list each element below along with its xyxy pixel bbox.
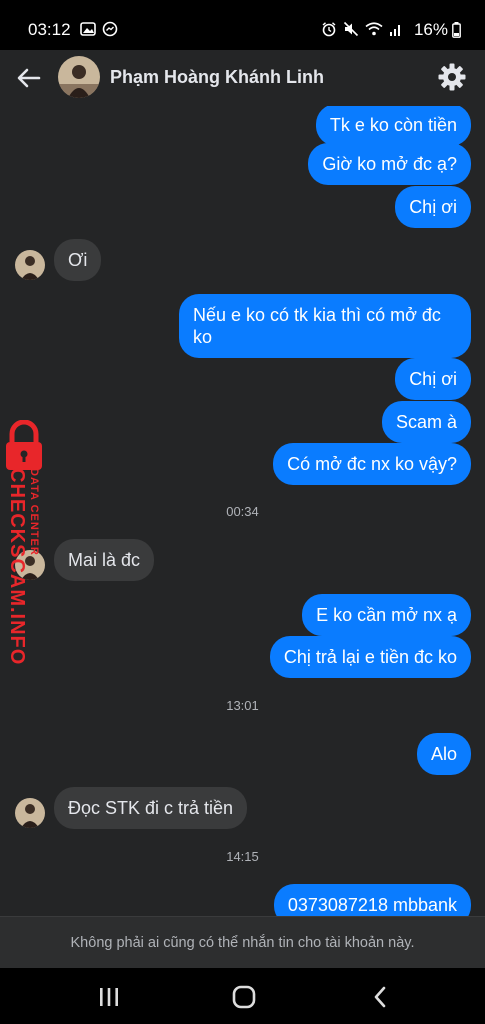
message-text: Có mở đc nx ko vậy? [287,454,457,474]
message-bubble-outgoing[interactable]: Tk e ko còn tiền [315,106,471,146]
recent-apps-icon[interactable] [96,984,122,1010]
message-timestamp: 13:01 [226,698,259,713]
battery-percentage: 16% [413,20,448,39]
status-time: 03:12 [28,20,71,39]
message-bubble-outgoing[interactable]: E ko cần mở nx ạ [302,594,471,636]
wifi-icon [365,22,383,36]
messaging-restricted-footer: Không phải ai cũng có thể nhắn tin cho t… [0,916,485,968]
message-bubble-outgoing[interactable]: Chị ơi [395,186,471,228]
message-bubble-outgoing[interactable]: Chị trả lại e tiền đc ko [269,636,471,678]
message-timestamp: 14:15 [226,849,259,864]
battery-status: 16% [414,20,461,40]
back-arrow-icon[interactable] [14,63,44,93]
message-text: Mai là đc [68,550,141,570]
watermark-line-site: CHECKSCAM.INFO [6,468,28,666]
gallery-notification-icon [80,22,96,36]
message-bubble-outgoing[interactable]: Alo [416,733,471,775]
message-bubble-outgoing[interactable]: Scam à [381,401,471,443]
checkscam-watermark: DATA CENTER CHECKSCAM.INFO [2,419,54,665]
contact-name[interactable]: Phạm Hoàng Khánh Linh [110,67,324,88]
system-navigation-bar [0,968,485,1024]
signal-icon [390,25,400,36]
message-bubble-incoming[interactable]: Đọc STK đi c trả tiền [54,787,248,829]
status-left-icons [80,21,118,37]
message-list[interactable]: Tk e ko còn tiền Giờ ko mở đc ạ? Chị ơi … [0,106,485,916]
alarm-icon [322,22,336,37]
status-right-icons [321,21,403,37]
message-text: E ko cần mở nx ạ [316,605,457,625]
message-bubble-incoming[interactable]: Mai là đc [54,539,155,581]
message-bubble-outgoing[interactable]: Có mở đc nx ko vậy? [273,443,471,485]
conversation-header: Phạm Hoàng Khánh Linh [0,50,485,106]
message-text: Tk e ko còn tiền [329,115,457,135]
message-bubble-outgoing[interactable]: Chị ơi [395,358,471,400]
mute-icon [343,21,359,37]
message-timestamp: 00:34 [226,504,259,519]
message-text: Chị ơi [409,369,457,389]
message-text: Nếu e ko có tk kia thì có mở đc [193,305,441,325]
message-text: Giờ ko mở đc ạ? [322,154,457,174]
back-nav-icon[interactable] [368,984,394,1010]
message-bubble-incoming[interactable]: Ơi [54,239,102,281]
message-bubble-outgoing[interactable]: 0373087218 mbbank [273,884,471,916]
message-text: Alo [430,744,457,764]
sender-avatar[interactable] [15,798,45,828]
status-bar: 03:12 16% [0,0,485,50]
watermark-line-data-center: DATA CENTER [28,468,40,556]
gear-icon[interactable] [437,62,467,92]
restricted-notice: Không phải ai cũng có thể nhắn tin cho t… [70,935,415,951]
message-text: Chị trả lại e tiền đc ko [283,647,457,667]
message-text-continued: ko [193,327,213,347]
message-bubble-outgoing[interactable]: Nếu e ko có tk kia thì có mở đc ko [179,294,471,358]
message-text: Chị ơi [409,197,457,217]
contact-avatar[interactable] [58,56,100,98]
message-text: Ơi [68,250,88,270]
message-text: Đọc STK đi c trả tiền [68,798,234,818]
sender-avatar[interactable] [15,250,45,280]
message-text: 0373087218 mbbank [287,895,457,915]
message-text: Scam à [395,412,457,432]
home-icon[interactable] [231,984,257,1010]
battery-icon [452,22,461,38]
message-bubble-outgoing[interactable]: Giờ ko mở đc ạ? [308,143,471,185]
messenger-notification-icon [102,21,118,37]
